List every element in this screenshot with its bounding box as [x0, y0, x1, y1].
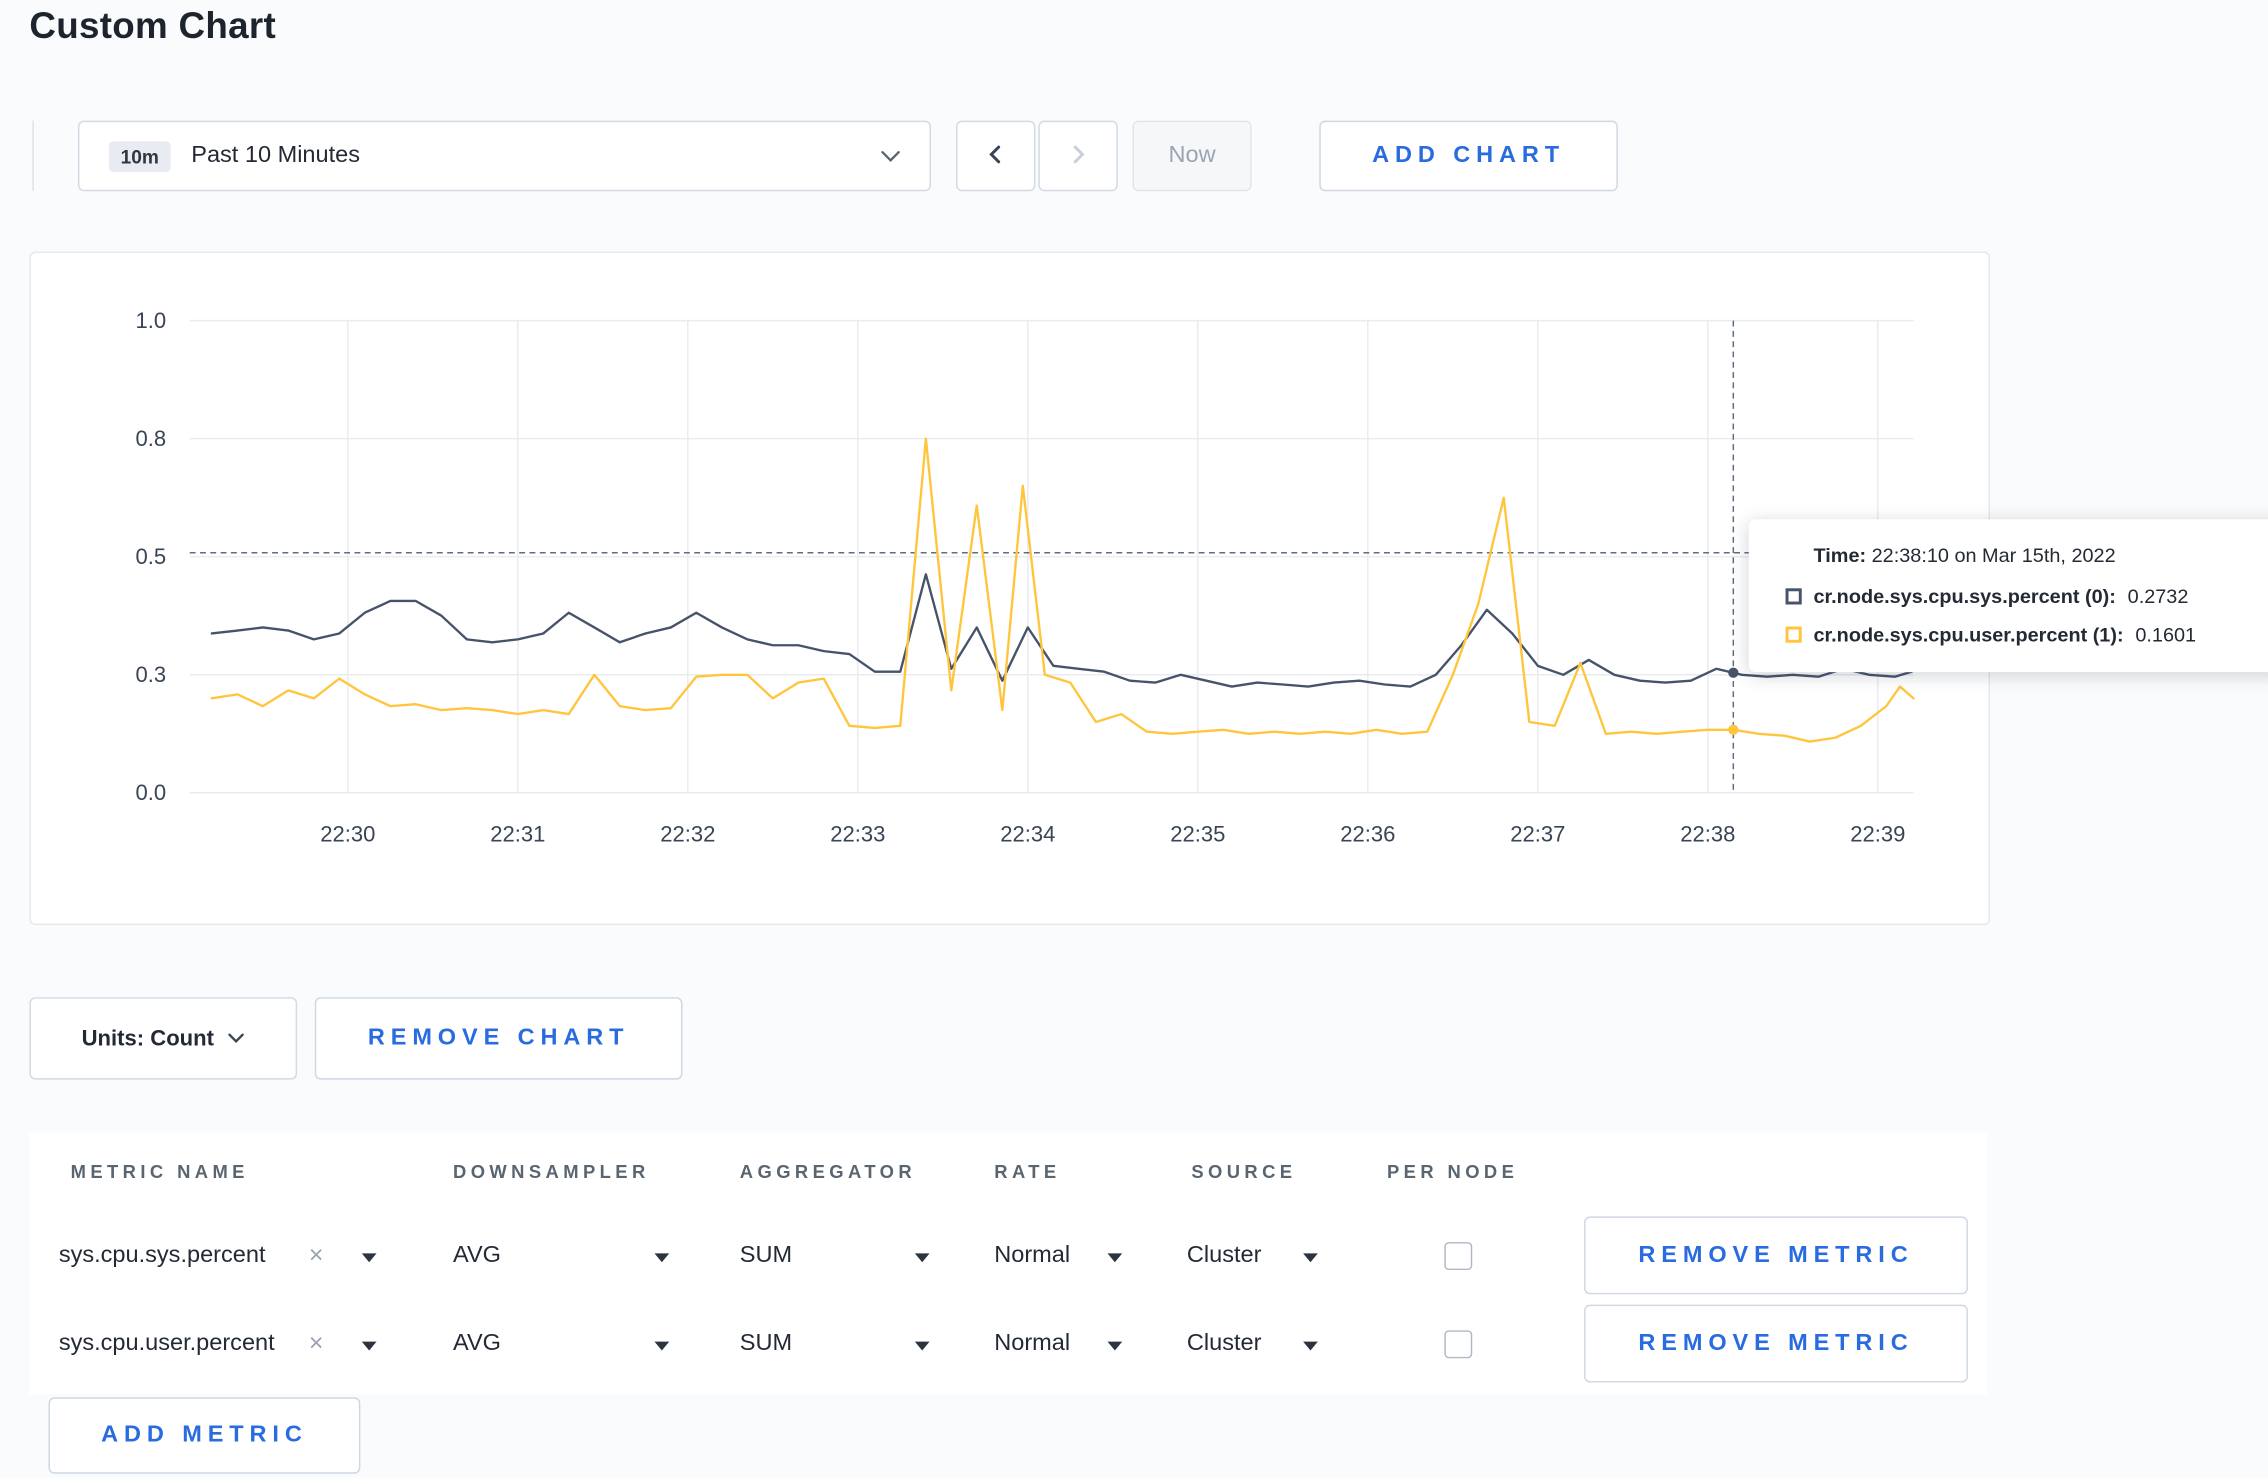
metric-name-select[interactable]: sys.cpu.user.percent: [59, 1331, 275, 1357]
tooltip-series-row: cr.node.sys.cpu.user.percent (1): 0.1601: [1785, 623, 2268, 646]
svg-text:0.5: 0.5: [136, 544, 167, 569]
svg-text:22:38: 22:38: [1680, 821, 1735, 846]
time-next-button[interactable]: [1038, 120, 1118, 192]
tooltip-time: Time: 22:38:10 on Mar 15th, 2022: [1813, 544, 2116, 567]
caret-down-icon[interactable]: [361, 1253, 377, 1263]
source-select[interactable]: Cluster: [1187, 1331, 1262, 1357]
source-select[interactable]: Cluster: [1187, 1243, 1262, 1269]
caret-down-icon[interactable]: [654, 1253, 670, 1263]
caret-down-icon[interactable]: [654, 1341, 670, 1351]
aggregator-select[interactable]: SUM: [740, 1243, 792, 1269]
svg-text:22:31: 22:31: [490, 821, 545, 846]
chevron-left-icon: [985, 143, 1006, 168]
chart-card: 0.0 0.3 0.5 0.8 1.0 22:30 22:31 22:32 22:33 22:34…: [29, 251, 2268, 926]
svg-text:22:39: 22:39: [1850, 821, 1905, 846]
cpu-usage-chart[interactable]: 0.0 0.3 0.5 0.8 1.0 22:30 22:31 22:32 22:33 22:34…: [31, 253, 1989, 924]
downsampler-select[interactable]: AVG: [453, 1331, 501, 1357]
tooltip-series-row: cr.node.sys.cpu.sys.percent (0): 0.2732: [1785, 585, 2268, 608]
time-range-select[interactable]: 10m Past 10 Minutes: [77, 120, 932, 192]
time-range-label: Past 10 Minutes: [191, 142, 361, 168]
column-header-metric-name: METRIC NAME: [70, 1161, 249, 1183]
per-node-checkbox[interactable]: [1444, 1242, 1473, 1271]
remove-metric-button[interactable]: REMOVE METRIC: [1584, 1216, 1968, 1295]
remove-chart-button[interactable]: REMOVE CHART: [314, 997, 683, 1080]
remove-metric-button[interactable]: REMOVE METRIC: [1584, 1304, 1968, 1383]
column-header-per-node: PER NODE: [1386, 1161, 1519, 1183]
tooltip-series-label: cr.node.sys.cpu.sys.percent (0):: [1813, 585, 2116, 608]
clear-icon[interactable]: ×: [309, 1329, 324, 1358]
column-header-downsampler: DOWNSAMPLER: [453, 1161, 650, 1183]
caret-down-icon[interactable]: [1303, 1253, 1318, 1263]
column-header-aggregator: AGGREGATOR: [739, 1161, 917, 1183]
time-prev-button[interactable]: [956, 120, 1036, 192]
tooltip-series-label: cr.node.sys.cpu.user.percent (1):: [1813, 623, 2124, 646]
time-range-badge: 10m: [108, 140, 171, 172]
column-header-source: SOURCE: [1191, 1161, 1297, 1183]
chevron-down-icon: [228, 1025, 245, 1051]
metrics-table: METRIC NAME DOWNSAMPLER AGGREGATOR RATE …: [29, 1132, 1988, 1395]
svg-text:0.8: 0.8: [136, 426, 167, 451]
custom-chart-page: Custom Chart 10m Past 10 Minutes Now ADD…: [0, 0, 2268, 1478]
caret-down-icon[interactable]: [361, 1341, 377, 1351]
svg-text:0.0: 0.0: [136, 780, 167, 805]
tooltip-series-value: 0.1601: [2135, 623, 2197, 646]
series-swatch-user-icon: [1785, 626, 1802, 643]
tooltip-time-value: 22:38:10 on Mar 15th, 2022: [1871, 544, 2116, 567]
add-metric-button[interactable]: ADD METRIC: [48, 1397, 361, 1474]
metrics-table-header: METRIC NAME DOWNSAMPLER AGGREGATOR RATE …: [29, 1133, 1987, 1212]
caret-down-icon[interactable]: [1107, 1341, 1123, 1351]
caret-down-icon[interactable]: [914, 1253, 930, 1263]
caret-down-icon[interactable]: [914, 1341, 930, 1351]
now-button[interactable]: Now: [1132, 120, 1252, 192]
svg-text:22:33: 22:33: [830, 821, 885, 846]
metric-row: sys.cpu.sys.percent × AVG SUM Normal Clu…: [29, 1212, 1987, 1300]
series-swatch-sys-icon: [1785, 588, 1802, 605]
column-header-rate: RATE: [994, 1161, 1061, 1183]
svg-text:0.3: 0.3: [136, 662, 167, 687]
add-chart-button[interactable]: ADD CHART: [1319, 120, 1618, 192]
svg-text:22:37: 22:37: [1510, 821, 1565, 846]
caret-down-icon[interactable]: [1303, 1341, 1318, 1351]
svg-text:22:34: 22:34: [1000, 821, 1055, 846]
chevron-right-icon: [1068, 143, 1089, 168]
tooltip-series-value: 0.2732: [2127, 585, 2189, 608]
caret-down-icon[interactable]: [1107, 1253, 1123, 1263]
svg-text:22:36: 22:36: [1340, 821, 1395, 846]
downsampler-select[interactable]: AVG: [453, 1243, 501, 1269]
per-node-checkbox[interactable]: [1444, 1330, 1473, 1359]
units-select[interactable]: Units: Count: [29, 997, 298, 1080]
svg-text:1.0: 1.0: [136, 308, 167, 333]
toolbar-divider: [32, 120, 34, 192]
chevron-down-icon: [881, 149, 900, 162]
rate-select[interactable]: Normal: [994, 1243, 1070, 1269]
metric-row: sys.cpu.user.percent × AVG SUM Normal Cl…: [29, 1300, 1987, 1388]
metric-name-select[interactable]: sys.cpu.sys.percent: [59, 1243, 266, 1269]
clear-icon[interactable]: ×: [309, 1241, 324, 1270]
svg-text:22:32: 22:32: [660, 821, 715, 846]
svg-text:22:30: 22:30: [320, 821, 375, 846]
page-title: Custom Chart: [29, 5, 277, 48]
aggregator-select[interactable]: SUM: [740, 1331, 792, 1357]
svg-text:22:35: 22:35: [1170, 821, 1225, 846]
rate-select[interactable]: Normal: [994, 1331, 1070, 1357]
chart-tooltip: Time: 22:38:10 on Mar 15th, 2022 cr.node…: [1748, 519, 2268, 673]
